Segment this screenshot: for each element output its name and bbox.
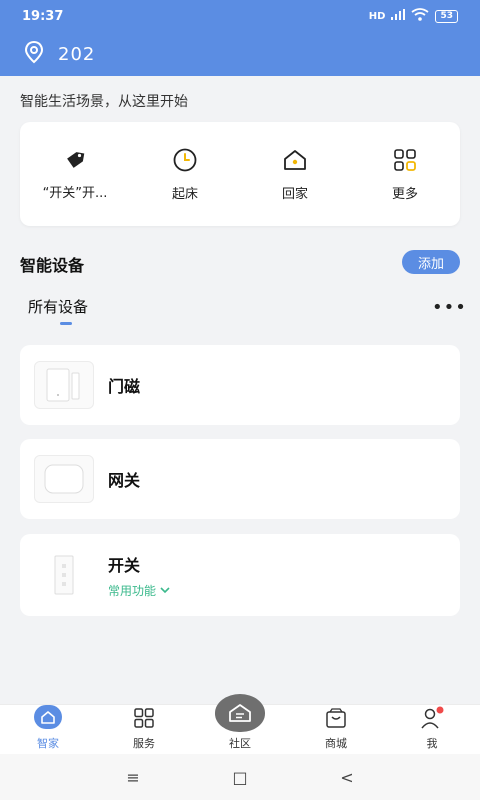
- status-time: 19:37: [22, 8, 64, 24]
- menu-icon[interactable]: ≡: [126, 768, 139, 787]
- grid-icon: [133, 705, 155, 730]
- status-bar: 19:37 HD 53: [0, 0, 480, 32]
- room-label[interactable]: 202: [58, 44, 95, 65]
- notification-badge: [436, 706, 444, 713]
- community-icon[interactable]: [215, 694, 265, 732]
- scene-label: “开关”开...: [42, 185, 108, 201]
- wifi-icon: [411, 8, 430, 24]
- home-icon: [33, 704, 63, 730]
- tab-services[interactable]: 服务: [96, 705, 192, 754]
- tab-all-devices[interactable]: 所有设备: [28, 296, 88, 317]
- device-card-door-sensor[interactable]: 门磁: [20, 345, 460, 425]
- tab-label: 我: [426, 737, 438, 750]
- person-icon: [419, 705, 445, 730]
- signal-icon: [391, 9, 406, 23]
- tab-label: 社区: [229, 737, 251, 750]
- network-label: HD: [368, 10, 386, 22]
- tab-mall[interactable]: 商城: [288, 705, 384, 754]
- shopping-bag-icon: [325, 705, 347, 730]
- tab-smart-home[interactable]: 智家: [0, 705, 96, 754]
- add-device-button[interactable]: 添加: [402, 250, 460, 274]
- grid-icon: [392, 147, 418, 173]
- home-icon: [282, 147, 308, 173]
- common-functions-label: 常用功能: [108, 583, 157, 598]
- scene-label: 回家: [281, 186, 308, 202]
- home-button-icon[interactable]: □: [232, 768, 247, 787]
- devices-section-title: 智能设备: [20, 256, 85, 275]
- gateway-icon: [34, 455, 94, 503]
- tab-label: 智家: [37, 737, 59, 750]
- battery-icon: 53: [435, 9, 458, 23]
- tab-label: 服务: [133, 737, 155, 750]
- scene-label: 起床: [171, 186, 198, 202]
- status-icons: HD 53: [369, 8, 458, 24]
- door-sensor-icon: [34, 361, 94, 409]
- header: 202: [0, 32, 480, 76]
- device-name: 门磁: [108, 377, 141, 396]
- clock-icon: [172, 147, 198, 173]
- device-name: 开关: [108, 555, 141, 575]
- scene-label: 更多: [391, 186, 418, 202]
- more-options-icon[interactable]: •••: [432, 297, 467, 318]
- device-name: 网关: [108, 471, 141, 490]
- wall-switch-icon: [34, 551, 94, 599]
- device-card-gateway[interactable]: 网关: [20, 439, 460, 519]
- scene-tagline: 智能生活场景，从这里开始: [20, 94, 188, 110]
- location-pin-icon[interactable]: [22, 40, 46, 68]
- system-nav-bar: ≡ □ <: [0, 754, 480, 800]
- device-card-switch[interactable]: 开关 常用功能: [20, 534, 460, 616]
- chevron-down-icon: [160, 583, 170, 597]
- tab-label: 商城: [325, 737, 347, 750]
- scene-go-home[interactable]: 回家: [240, 122, 350, 226]
- tab-me[interactable]: 我: [384, 705, 480, 754]
- scene-switch-on[interactable]: “开关”开...: [20, 122, 130, 226]
- tab-underline: [60, 322, 72, 325]
- common-functions-toggle[interactable]: 常用功能: [108, 582, 170, 599]
- scene-wake-up[interactable]: 起床: [130, 122, 240, 226]
- scene-more[interactable]: 更多: [350, 122, 460, 226]
- tag-icon: [63, 148, 87, 172]
- back-icon[interactable]: <: [340, 768, 353, 787]
- scene-card: “开关”开... 起床 回家 更多: [20, 122, 460, 226]
